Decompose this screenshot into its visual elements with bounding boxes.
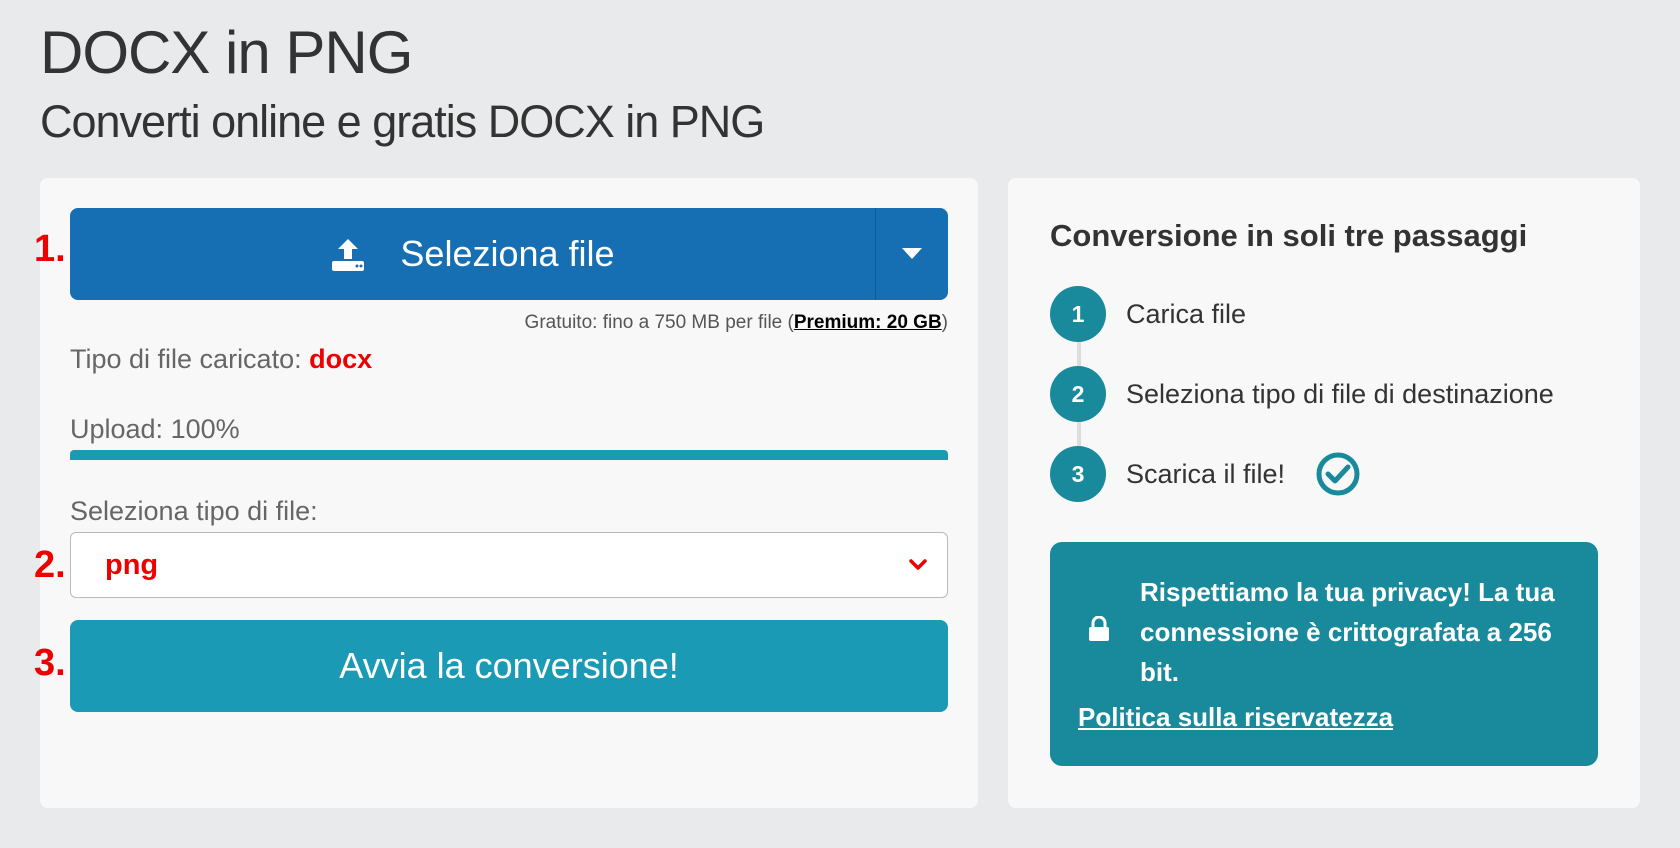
step-text: Scarica il file! xyxy=(1126,458,1286,489)
upload-limit-note: Gratuito: fino a 750 MB per file (Premiu… xyxy=(525,312,948,334)
upload-icon xyxy=(332,239,365,271)
page-subtitle: Converti online e gratis DOCX in PNG xyxy=(40,96,765,147)
file-type-value: docx xyxy=(309,344,373,374)
target-type-select[interactable]: png xyxy=(70,532,948,598)
step-marker-1: 1. xyxy=(34,228,66,270)
upload-source-dropdown[interactable] xyxy=(875,208,948,300)
progress-fill xyxy=(70,450,948,460)
privacy-box: Rispettiamo la tua privacy! La tua conne… xyxy=(1050,542,1598,766)
step-item: 2 Seleziona tipo di file di destinazione xyxy=(1050,366,1554,422)
step-number: 2 xyxy=(1050,366,1106,422)
select-file-label: Seleziona file xyxy=(400,233,615,274)
chevron-down-icon xyxy=(909,559,927,570)
file-type-label: Tipo di file caricato: xyxy=(70,344,302,374)
upload-progress-label: Upload: 100% xyxy=(70,414,240,444)
upload-progress-bar xyxy=(70,450,948,460)
target-type-label: Seleziona tipo di file: xyxy=(70,496,318,526)
uploaded-file-type: Tipo di file caricato: docx xyxy=(70,344,372,375)
lock-icon xyxy=(1089,616,1109,641)
chevron-down-icon xyxy=(902,248,922,259)
step-marker-2: 2. xyxy=(34,544,66,586)
step-number: 3 xyxy=(1050,446,1106,502)
limit-text: Gratuito: fino a 750 MB per file ( xyxy=(524,312,794,333)
limit-suffix: ) xyxy=(941,312,948,333)
step-item: 1 Carica file xyxy=(1050,286,1246,342)
step-item: 3 Scarica il file! xyxy=(1050,446,1361,502)
step-text: Seleziona tipo di file di destinazione xyxy=(1126,378,1554,409)
start-conversion-button[interactable]: Avvia la conversione! xyxy=(70,620,948,712)
step-number: 1 xyxy=(1050,286,1106,342)
step-marker-3: 3. xyxy=(34,642,66,684)
page-title: DOCX in PNG xyxy=(40,19,413,86)
check-circle-icon xyxy=(1316,452,1360,496)
target-type-value: png xyxy=(105,548,159,581)
upload-button-group: Seleziona file xyxy=(70,208,948,300)
premium-link[interactable]: Premium: 20 GB xyxy=(794,312,942,333)
privacy-text: Rispettiamo la tua privacy! La tua conne… xyxy=(1140,577,1555,687)
steps-title: Conversione in soli tre passaggi xyxy=(1050,218,1528,253)
select-file-button[interactable]: Seleziona file xyxy=(70,208,875,300)
step-text: Carica file xyxy=(1126,298,1247,329)
privacy-policy-link[interactable]: Politica sulla riservatezza xyxy=(1078,702,1393,733)
